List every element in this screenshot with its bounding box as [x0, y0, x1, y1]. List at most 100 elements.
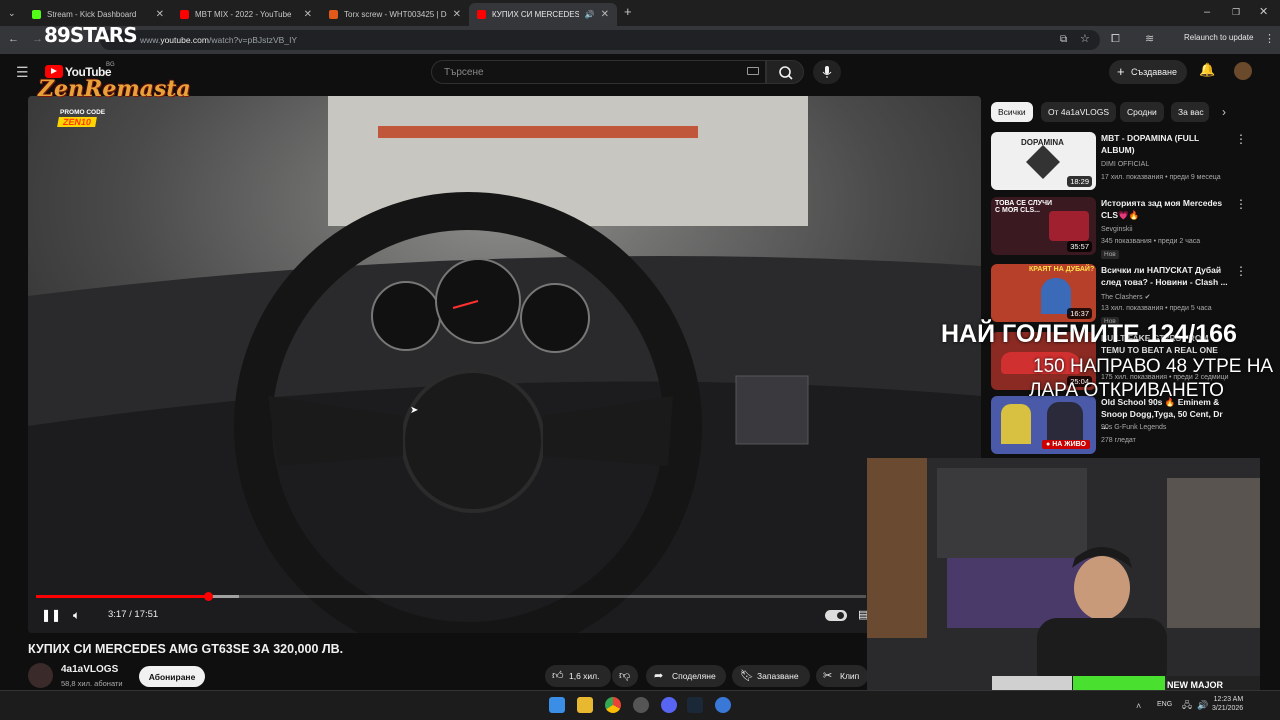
tab-mbt-mix[interactable]: MBT MIX - 2022 - YouTube ✕	[172, 3, 320, 26]
maximize-icon[interactable]: ❐	[1232, 6, 1240, 18]
bookmark-star-icon[interactable]: ☆	[1080, 33, 1090, 45]
like-button[interactable]: 👍︎ 1,6 хил.	[545, 665, 611, 687]
chip-from-channel[interactable]: От 4a1aVLOGS	[1041, 102, 1117, 122]
share-label: Споделяне	[672, 671, 716, 681]
address-bar[interactable]: www.youtube.com/watch?v=pBJstzVB_IY	[100, 30, 1100, 50]
chip-all[interactable]: Всички	[991, 102, 1033, 122]
relaunch-button[interactable]: Relaunch to update	[1184, 33, 1253, 42]
new-tab-icon[interactable]: +	[624, 5, 632, 18]
close-tab-icon[interactable]: ✕	[156, 9, 164, 20]
live-badge: ● НА ЖИВО	[1042, 440, 1090, 449]
system-clock[interactable]: 12:23 AM 3/21/2026	[1212, 695, 1243, 713]
app-icon[interactable]	[715, 697, 731, 713]
dislike-button[interactable]: 👎︎	[612, 665, 638, 687]
recommendation-title[interactable]: Историята зад моя Mercedes CLS💗🔥	[1101, 197, 1231, 221]
tray-chevron-up-icon[interactable]: ˄	[1136, 700, 1141, 712]
voice-search-button[interactable]	[813, 60, 841, 84]
hamburger-menu-icon[interactable]: ☰	[16, 65, 29, 79]
windows-start-icon[interactable]	[549, 697, 565, 713]
subscribe-button[interactable]: Абониране	[139, 666, 205, 687]
thumbnail-car	[1049, 211, 1089, 241]
thumbnail[interactable]: DOPAMINA 18:29	[991, 132, 1096, 190]
overlay-subline-1: 150 НАПРАВО 48 УТРЕ НА	[1033, 356, 1274, 377]
more-options-icon[interactable]: ⋮	[1235, 197, 1247, 211]
close-window-icon[interactable]: ✕	[1259, 6, 1268, 18]
menu-kebab-icon[interactable]: ⋮	[1264, 33, 1275, 45]
clip-button[interactable]: ✂ Клип	[816, 665, 868, 687]
account-avatar[interactable]	[1234, 62, 1252, 80]
recommendation-channel[interactable]: DIMI OFFICIAL	[1101, 161, 1149, 168]
video-progress-bar[interactable]	[36, 592, 866, 601]
obs-icon[interactable]	[633, 697, 649, 713]
thumbnail-person	[1001, 404, 1031, 444]
speaker-icon[interactable]: 🔊	[1197, 699, 1208, 711]
minimize-icon[interactable]: –	[1204, 6, 1210, 18]
extensions-icon[interactable]: ⧠	[1111, 33, 1120, 45]
keyboard-icon[interactable]	[747, 67, 759, 75]
promo-label: PROMO CODE	[60, 109, 106, 116]
more-options-icon[interactable]: ⋮	[1235, 264, 1247, 278]
chrome-icon[interactable]	[605, 697, 621, 713]
thumbnail[interactable]: ТОВА СЕ СЛУЧИ С МОЯ CLS... 35:57	[991, 197, 1096, 255]
search-icon	[779, 66, 793, 80]
search-input[interactable]: Търсене	[431, 60, 766, 84]
recommendation-channel[interactable]: The Clashers ✔	[1101, 293, 1150, 301]
clock-time: 12:23 AM	[1213, 696, 1244, 703]
more-options-icon[interactable]: ⋮	[1235, 132, 1247, 146]
tab-search-icon[interactable]: ⌄	[8, 7, 16, 19]
recommendation-title[interactable]: Всички ли НАПУСКАТ Дубай след това? - Но…	[1101, 264, 1231, 288]
file-explorer-icon[interactable]	[577, 697, 593, 713]
media-control-icon[interactable]: ≋	[1145, 33, 1154, 45]
autoplay-toggle[interactable]	[825, 610, 847, 621]
recommendation-meta: 13 хил. показвания • преди 5 часа	[1101, 305, 1212, 312]
microphone-icon	[822, 66, 832, 78]
save-button[interactable]: 🔖︎ Запазване	[732, 665, 810, 687]
close-tab-icon[interactable]: ✕	[601, 9, 609, 20]
steam-icon[interactable]	[687, 697, 703, 713]
notifications-bell-icon[interactable]: 🔔	[1199, 63, 1215, 76]
duration-badge: 35:57	[1067, 241, 1092, 252]
network-icon[interactable]: 🖧	[1182, 699, 1192, 711]
chip-for-you[interactable]: За вас	[1171, 102, 1209, 122]
recommendation-title[interactable]: MBT - DOPAMINA (FULL ALBUM)	[1101, 132, 1231, 156]
chevron-right-icon[interactable]: ›	[1222, 106, 1226, 118]
overlay-subline-2: ЛАРА ОТКРИВАНЕТО	[1029, 380, 1224, 401]
clip-label: Клип	[840, 671, 860, 681]
scrubber-handle[interactable]	[203, 592, 213, 601]
language-indicator[interactable]: ENG	[1157, 701, 1172, 708]
volume-icon[interactable]: 🔈︎	[73, 608, 80, 623]
recommendation-channel[interactable]: Sevginskii	[1101, 226, 1133, 233]
chip-related[interactable]: Сродни	[1120, 102, 1164, 122]
search-placeholder: Търсене	[444, 67, 484, 78]
forward-icon[interactable]: →	[32, 33, 43, 45]
thumbnail[interactable]: ● НА ЖИВО	[991, 396, 1096, 454]
channel-name[interactable]: 4a1aVLOGS	[61, 664, 118, 675]
share-button[interactable]: ➦ Споделяне	[646, 665, 726, 687]
close-tab-icon[interactable]: ✕	[453, 9, 461, 20]
recommendation-item[interactable]: КРАЯТ НА ДУБАЙ? 16:37 Всички ли НАПУСКАТ…	[991, 264, 1261, 326]
recommendation-item[interactable]: DOPAMINA 18:29 MBT - DOPAMINA (FULL ALBU…	[991, 132, 1261, 190]
back-icon[interactable]: ←	[8, 33, 19, 45]
tab-torx-screw[interactable]: Torx screw - WHT003425 | Desi ✕	[321, 3, 469, 26]
tab-title: MBT MIX - 2022 - YouTube	[195, 10, 292, 19]
pause-icon[interactable]: ❚❚	[41, 608, 61, 622]
tab-active-video[interactable]: КУПИХ СИ MERCEDES AMG 🔊 ✕	[469, 3, 617, 26]
close-tab-icon[interactable]: ✕	[304, 9, 312, 20]
webcam-frame	[867, 458, 1260, 690]
create-button[interactable]: + Създаване	[1109, 60, 1187, 84]
browser-toolbar: ← → www.youtube.com/watch?v=pBJstzVB_IY …	[0, 26, 1280, 72]
install-app-icon[interactable]: ⧉	[1060, 34, 1067, 46]
recommendation-item[interactable]: ● НА ЖИВО Old School 90s 🔥 Eminem & Snoo…	[991, 396, 1261, 454]
recommendation-channel[interactable]: 90s G-Funk Legends	[1101, 424, 1166, 431]
new-badge: Нов	[1101, 250, 1119, 259]
channel-avatar[interactable]	[28, 663, 53, 688]
recommendation-item[interactable]: ТОВА СЕ СЛУЧИ С МОЯ CLS... 35:57 История…	[991, 197, 1261, 259]
search-button[interactable]	[766, 60, 804, 84]
discord-icon[interactable]	[661, 697, 677, 713]
video-player[interactable]: ➤	[28, 96, 981, 633]
subscriber-count: 58,8 хил. абонати	[61, 679, 123, 688]
scissors-icon: ✂	[823, 670, 833, 682]
thumbnail[interactable]: КРАЯТ НА ДУБАЙ? 16:37	[991, 264, 1096, 322]
tab-title: Torx screw - WHT003425 | Desi	[344, 10, 447, 19]
audio-icon[interactable]: 🔊	[585, 10, 595, 19]
